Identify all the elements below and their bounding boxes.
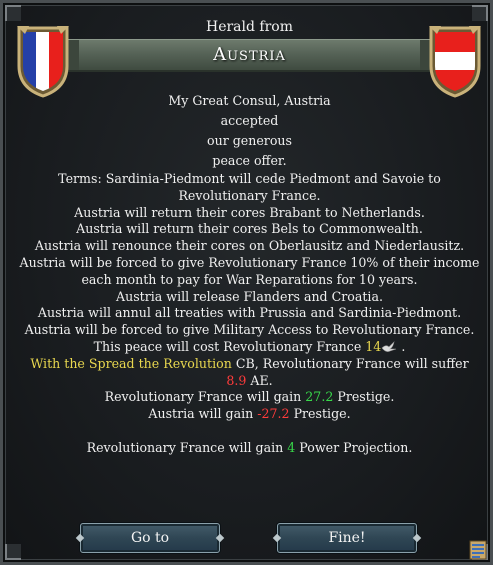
peace-cost-suffix: .: [397, 338, 406, 354]
peace-term: Austria will annul all treaties with Pru…: [37, 305, 462, 321]
title-banner: Austria: [61, 39, 438, 72]
peace-term: Austria will release Flanders and Croati…: [116, 288, 383, 304]
peace-term: Austria will return their cores Brabant …: [74, 204, 425, 220]
prestige-gain-line: Revolutionary France will gain 27.2 Pres…: [19, 389, 480, 406]
prestige-loss-line: Austria will gain -27.2 Prestige.: [19, 406, 480, 423]
cb-prefix: With the: [30, 355, 89, 371]
peace-term: Austria will be forced to give Military …: [24, 322, 475, 338]
panel-corner: [5, 544, 21, 560]
prestige-gain-value: 27.2: [305, 389, 334, 405]
intro-line: accepted: [220, 113, 279, 128]
dove-icon: [381, 341, 397, 352]
prestige-gain-suffix: Prestige.: [333, 389, 395, 405]
peace-term: Austria will renounce their cores on Obe…: [34, 238, 465, 254]
peace-cost-value: 14: [365, 338, 382, 354]
pp-suffix: Power Projection.: [295, 439, 413, 455]
peace-cost-text: This peace will cost Revolutionary Franc…: [93, 338, 366, 354]
prestige-gain-prefix: Revolutionary France will gain: [104, 389, 306, 405]
message-body: My Great Consul, Austria accepted our ge…: [19, 91, 480, 457]
go-to-button[interactable]: Go to: [80, 523, 220, 553]
peace-term: Terms: Sardinia-Piedmont will cede Piedm…: [58, 171, 441, 203]
herald-label: Herald from: [205, 19, 293, 35]
intro-line: My Great Consul, Austria: [168, 93, 331, 108]
ae-value: 8.9: [226, 372, 247, 388]
country-name: Austria: [213, 44, 286, 65]
peace-term: Austria will be forced to give Revolutio…: [19, 254, 480, 287]
peace-cost-line: This peace will cost Revolutionary Franc…: [19, 339, 480, 356]
power-projection-line: Revolutionary France will gain 4 Power P…: [19, 440, 480, 457]
ae-suffix: AE.: [246, 372, 273, 388]
fine-button[interactable]: Fine!: [277, 523, 417, 553]
ledger-icon[interactable]: [469, 540, 487, 560]
intro-line: our generous: [207, 133, 292, 148]
peace-offer-dialog: Herald from Austria My Great Consul, Aus…: [0, 0, 493, 565]
cb-middle: CB, Revolutionary France will suffer: [231, 355, 469, 371]
austria-flag-icon[interactable]: [427, 22, 483, 98]
prestige-loss-prefix: Austria will gain: [148, 406, 258, 422]
casus-belli-line: With the Spread the Revolution CB, Revol…: [19, 356, 480, 390]
pp-prefix: Revolutionary France will gain: [86, 439, 288, 455]
peace-term: Austria will return their cores Bels to …: [76, 221, 423, 237]
intro-line: peace offer.: [212, 153, 287, 168]
cb-name: Spread the Revolution: [88, 355, 232, 371]
prestige-loss-value: -27.2: [257, 406, 290, 422]
france-flag-icon[interactable]: [15, 22, 71, 98]
prestige-loss-suffix: Prestige.: [289, 406, 351, 422]
